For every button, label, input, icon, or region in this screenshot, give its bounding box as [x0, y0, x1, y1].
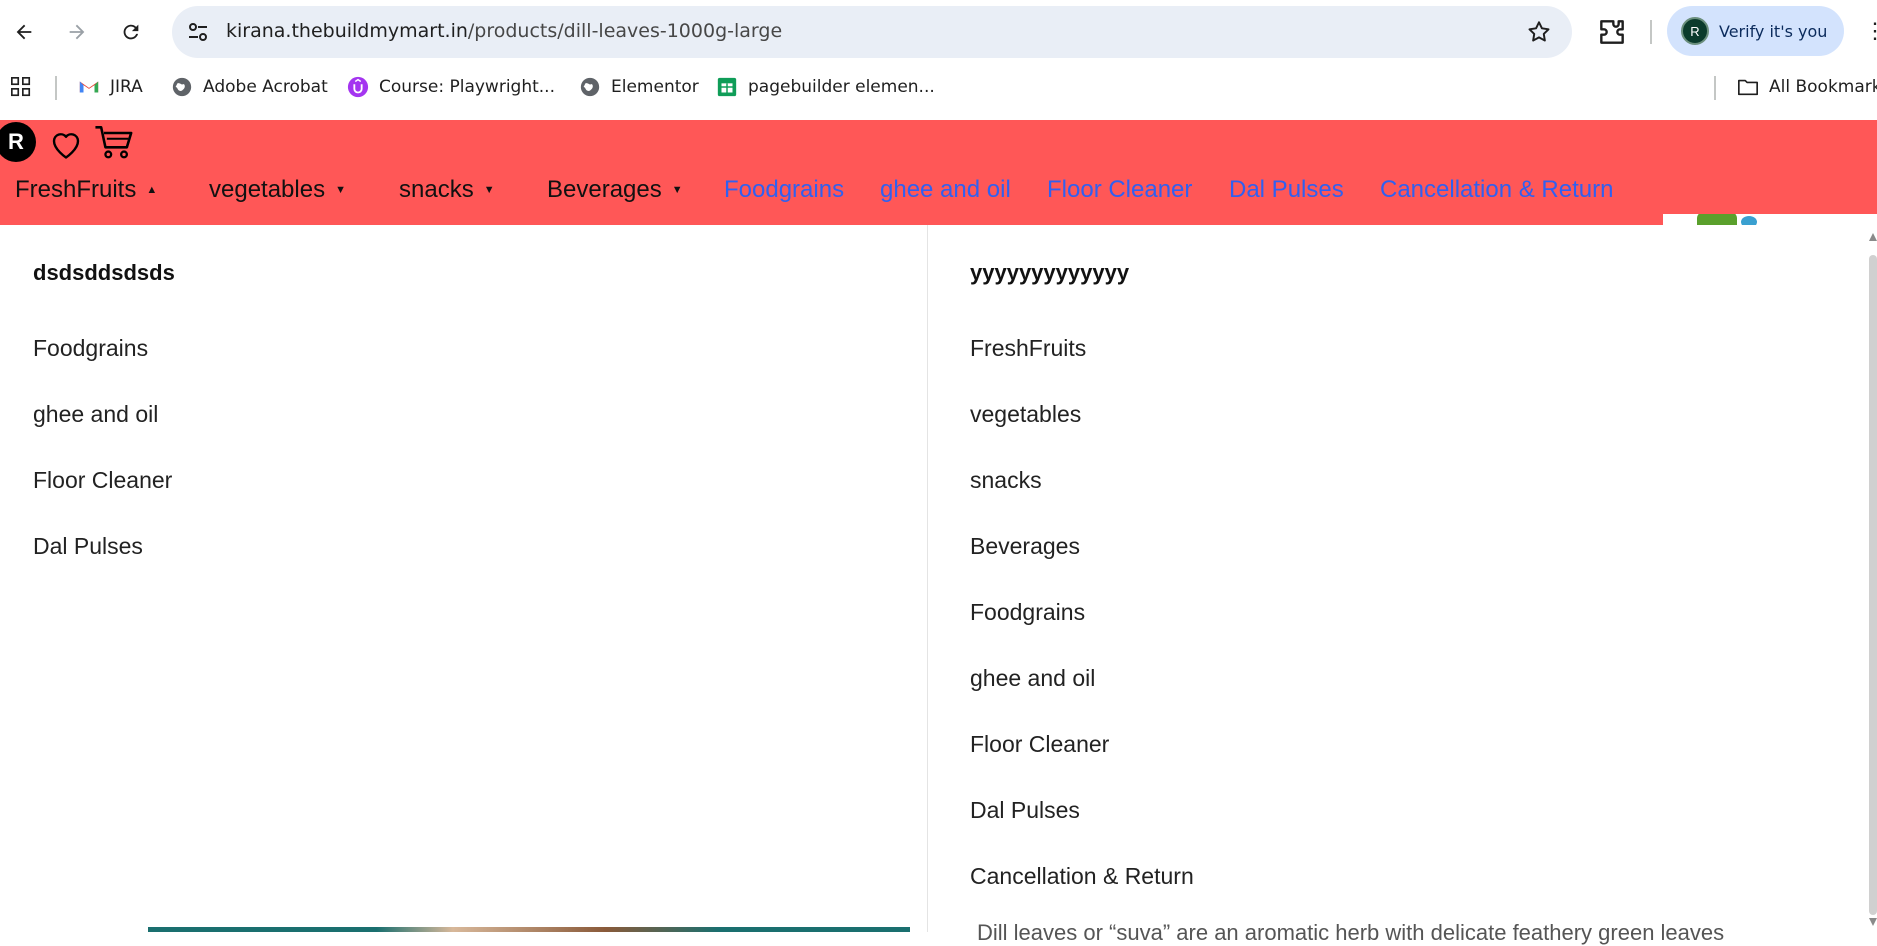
mega-link-dal-pulses[interactable]: Dal Pulses — [33, 533, 143, 560]
folder-icon — [1737, 76, 1759, 98]
nav-foodgrains[interactable]: Foodgrains — [724, 176, 844, 204]
url-path: /products/dill-leaves-1000g-large — [467, 20, 783, 42]
nav-snacks[interactable]: snacks ▼ — [399, 176, 495, 204]
bookmark-star-icon[interactable] — [1526, 19, 1552, 45]
apps-grid-icon — [10, 76, 32, 98]
mega-link-cancellation-return[interactable]: Cancellation & Return — [970, 863, 1194, 890]
verify-label: Verify it's you — [1719, 21, 1828, 41]
caret-down-icon: ▼ — [335, 184, 346, 196]
product-image-edge — [148, 927, 910, 932]
bookmark-pagebuilder[interactable]: pagebuilder elemen... — [716, 74, 935, 100]
bookmarks-bar: JIRA Adobe Acrobat Course: Playwright...… — [0, 64, 1877, 110]
site-logo[interactable]: R — [0, 122, 36, 162]
shopping-cart-icon[interactable] — [94, 124, 134, 162]
nav-ghee-and-oil[interactable]: ghee and oil — [880, 176, 1011, 204]
globe-icon — [579, 76, 601, 98]
mega-link-vegetables[interactable]: vegetables — [970, 401, 1081, 428]
forward-button[interactable] — [59, 14, 95, 50]
nav-label: Cancellation & Return — [1380, 176, 1614, 203]
gmail-icon — [78, 76, 100, 98]
mega-column-title: yyyyyyyyyyyyy — [970, 260, 1130, 285]
mega-link-beverages[interactable]: Beverages — [970, 533, 1080, 560]
mega-link-floor-cleaner[interactable]: Floor Cleaner — [33, 467, 172, 494]
url-domain: kirana.thebuildmymart.in — [226, 20, 468, 42]
url-text: kirana.thebuildmymart.in/products/dill-l… — [226, 20, 782, 42]
page-scrollbar[interactable] — [1869, 225, 1877, 932]
mega-link-snacks[interactable]: snacks — [970, 467, 1042, 494]
caret-down-icon: ▼ — [671, 184, 683, 196]
nav-cancellation-return[interactable]: Cancellation & Return — [1380, 176, 1613, 204]
mega-link-ghee-and-oil[interactable]: ghee and oil — [33, 401, 158, 428]
main-nav: FreshFruits ▲ vegetables ▼ snacks ▼ Beverag… — [0, 176, 1877, 216]
back-button[interactable] — [6, 14, 42, 50]
site-settings-icon[interactable] — [186, 20, 210, 44]
bookmark-elementor[interactable]: Elementor — [579, 74, 699, 100]
toolbar-divider — [1650, 20, 1652, 44]
nav-freshfruits[interactable]: FreshFruits ▲ — [15, 176, 157, 204]
address-bar[interactable]: kirana.thebuildmymart.in/products/dill-l… — [172, 6, 1572, 58]
nav-beverages[interactable]: Beverages ▼ — [547, 176, 683, 204]
mega-link-foodgrains[interactable]: Foodgrains — [970, 599, 1085, 626]
bookmark-label: Adobe Acrobat — [203, 77, 328, 97]
scrollbar-thumb[interactable] — [1869, 255, 1877, 915]
mega-column-title: dsdsddsdsds — [33, 260, 175, 285]
bookmark-label: Elementor — [611, 77, 699, 97]
profile-avatar: R — [1681, 17, 1709, 45]
all-bookmarks-button[interactable]: All Bookmarks — [1737, 74, 1877, 100]
mega-link-dal-pulses[interactable]: Dal Pulses — [970, 797, 1080, 824]
nav-label: ghee and oil — [880, 176, 1011, 203]
udemy-icon — [347, 76, 369, 98]
mega-link-floor-cleaner[interactable]: Floor Cleaner — [970, 731, 1109, 758]
caret-up-icon: ▲ — [146, 184, 158, 196]
extensions-icon[interactable] — [1596, 16, 1628, 48]
nav-label: snacks — [399, 176, 474, 203]
nav-label: Beverages — [547, 176, 662, 203]
globe-icon — [171, 76, 193, 98]
bookmarks-divider — [1714, 76, 1716, 100]
reload-icon — [123, 24, 139, 40]
verify-profile-button[interactable]: R Verify it's you — [1667, 6, 1844, 56]
mega-link-foodgrains[interactable]: Foodgrains — [33, 335, 148, 362]
reload-button[interactable] — [113, 14, 149, 50]
bookmark-jira[interactable]: JIRA — [78, 74, 143, 100]
bookmark-course-playwright[interactable]: Course: Playwright... — [347, 74, 555, 100]
bookmark-label: pagebuilder elemen... — [748, 77, 935, 97]
nav-dal-pulses[interactable]: Dal Pulses — [1229, 176, 1344, 204]
arrow-left-icon — [16, 24, 32, 40]
mega-column-divider — [927, 225, 928, 932]
scroll-up-icon[interactable] — [1869, 233, 1877, 241]
nav-label: Dal Pulses — [1229, 176, 1344, 203]
mega-link-freshfruits[interactable]: FreshFruits — [970, 335, 1086, 362]
arrow-right-icon — [69, 24, 85, 40]
bookmark-label: JIRA — [110, 77, 143, 97]
nav-vegetables[interactable]: vegetables ▼ — [209, 176, 346, 204]
sheets-icon — [716, 76, 738, 98]
bookmark-label: Course: Playwright... — [379, 77, 555, 97]
bookmarks-divider — [55, 76, 57, 100]
caret-down-icon: ▼ — [483, 184, 495, 196]
bookmark-adobe-acrobat[interactable]: Adobe Acrobat — [171, 74, 328, 100]
mega-link-ghee-and-oil[interactable]: ghee and oil — [970, 665, 1095, 692]
browser-menu-icon[interactable]: ⋮ — [1864, 18, 1877, 44]
product-description-peek: Dill leaves or “suva” are an aromatic he… — [977, 920, 1725, 945]
all-bookmarks-label: All Bookmarks — [1769, 77, 1877, 97]
apps-button[interactable] — [10, 74, 42, 100]
site-header: R FreshFruits ▲ vegetables ▼ snacks ▼ Bever… — [0, 120, 1877, 225]
nav-label: Floor Cleaner — [1047, 176, 1193, 203]
nav-label: vegetables — [209, 176, 326, 203]
mega-menu-dropdown: dsdsddsdsds Foodgrains ghee and oil Floo… — [0, 225, 1877, 932]
nav-label: Foodgrains — [724, 176, 845, 203]
browser-toolbar: kirana.thebuildmymart.in/products/dill-l… — [0, 0, 1877, 64]
scroll-down-icon[interactable] — [1869, 918, 1877, 926]
nav-label: FreshFruits — [15, 176, 137, 203]
nav-floor-cleaner[interactable]: Floor Cleaner — [1047, 176, 1192, 204]
wishlist-heart-icon[interactable] — [48, 126, 84, 162]
